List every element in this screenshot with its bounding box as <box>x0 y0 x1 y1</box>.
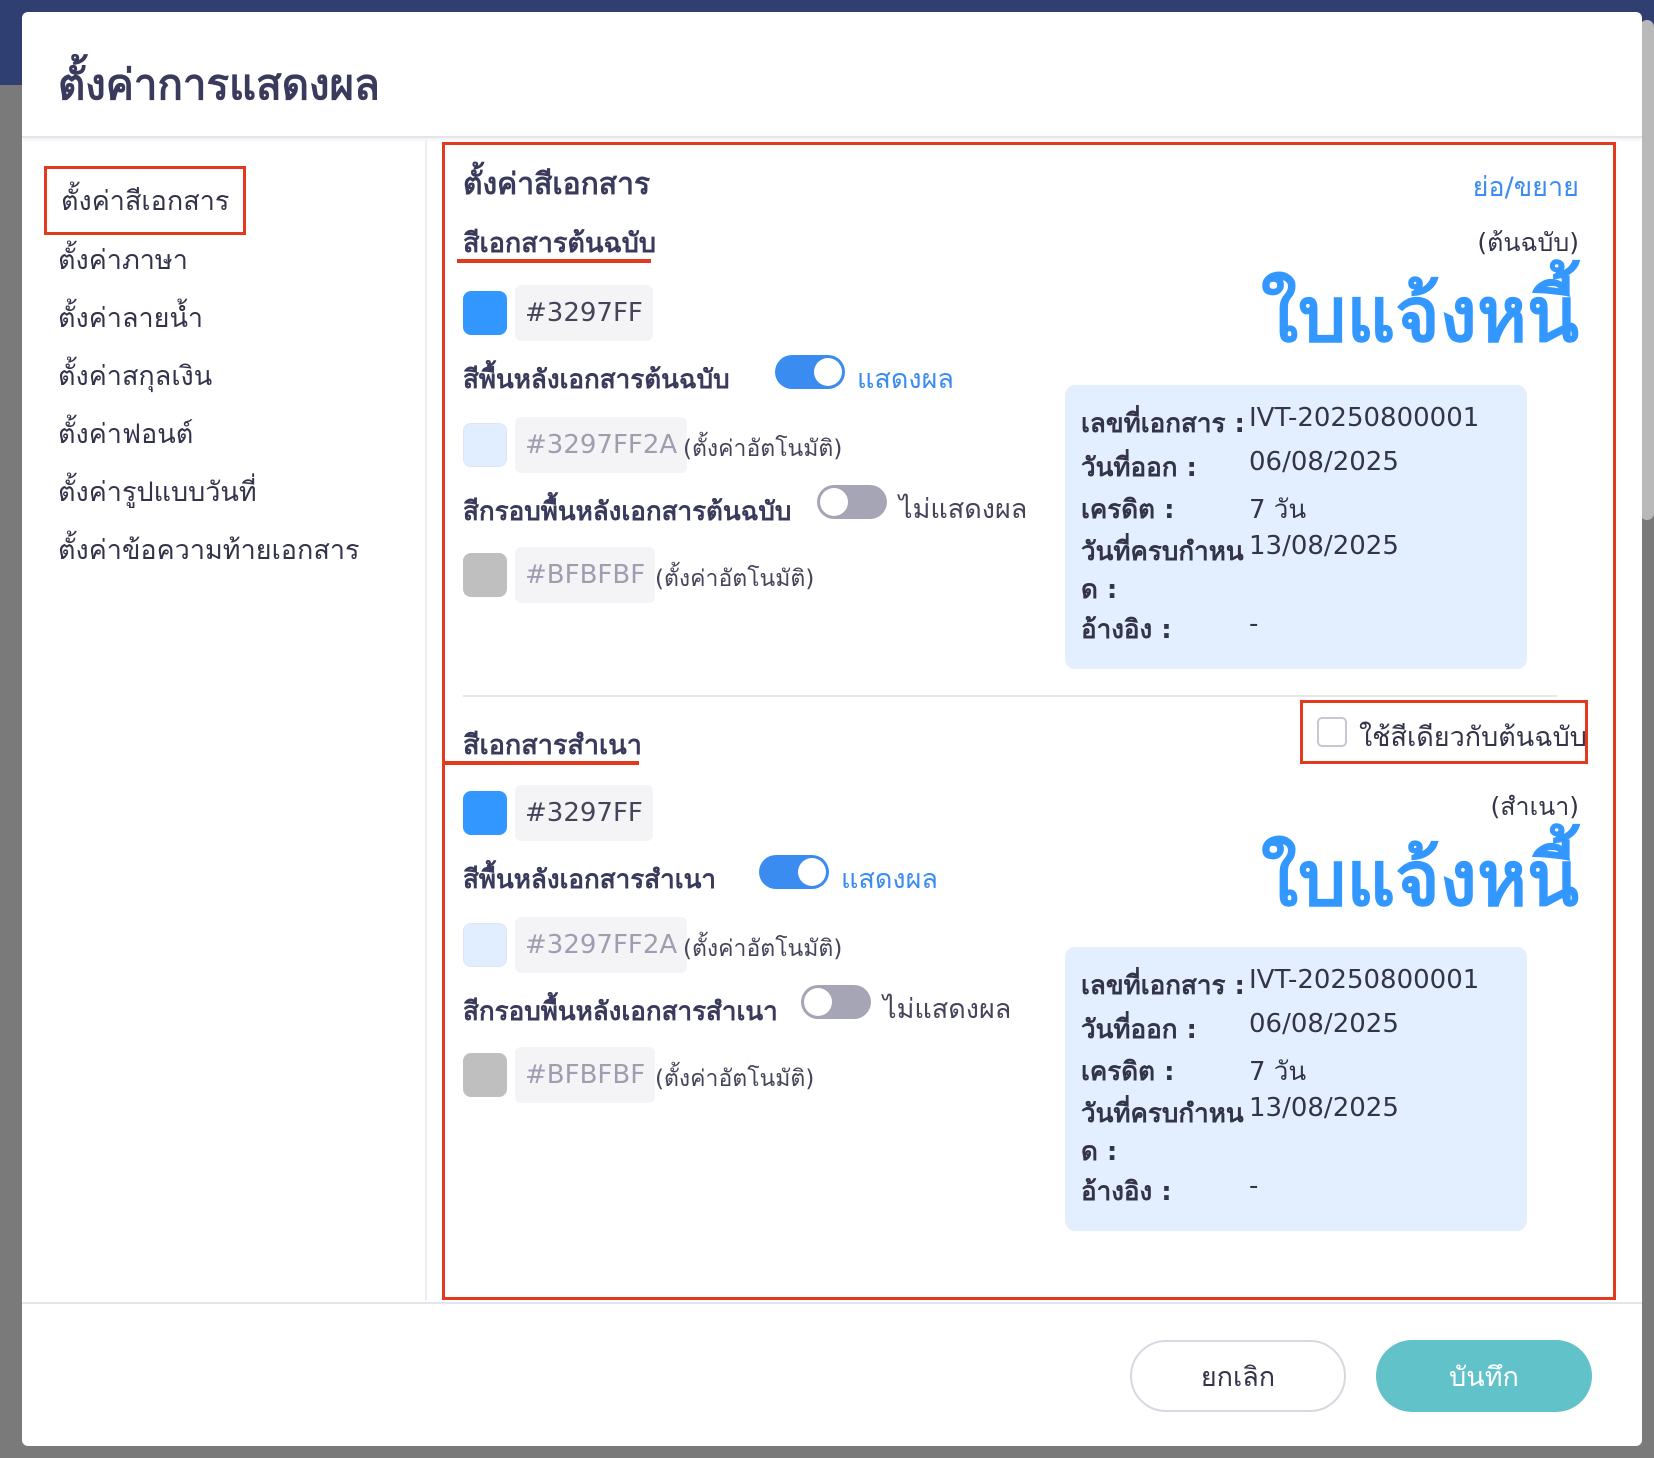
sidebar-item-font[interactable]: ตั้งค่าฟอนต์ <box>58 412 193 455</box>
info-value-reference: - <box>1249 1171 1259 1201</box>
copy-main-swatch[interactable] <box>463 791 507 835</box>
original-background-label: สีพื้นหลังเอกสารต้นฉบับ <box>463 365 730 395</box>
original-background-toggle-text: แสดงผล <box>857 364 954 395</box>
same-as-original-checkbox[interactable] <box>1317 717 1347 747</box>
info-label-reference: อ้างอิง : <box>1081 615 1172 645</box>
original-main-hex[interactable]: #3297FF <box>515 285 653 341</box>
display-settings-modal: ตั้งค่าการแสดงผล ตั้งค่าสีเอกสาร ตั้งค่า… <box>22 12 1642 1446</box>
toggle-knob <box>798 858 826 886</box>
info-value-due-date: 13/08/2025 <box>1249 531 1399 561</box>
heading-underline <box>457 259 651 263</box>
original-color-heading: สีเอกสารต้นฉบับ <box>463 228 657 259</box>
original-background-toggle[interactable] <box>775 355 845 389</box>
collapse-expand-link[interactable]: ย่อ/ขยาย <box>1473 165 1579 208</box>
info-value-doc-number: IVT-20250800001 <box>1249 965 1480 995</box>
info-value-credit: 7 วัน <box>1249 495 1307 525</box>
copy-main-hex[interactable]: #3297FF <box>515 785 653 841</box>
info-value-issue-date: 06/08/2025 <box>1249 447 1399 477</box>
heading-underline <box>445 761 639 765</box>
same-as-original-label[interactable]: ใช้สีเดียวกับต้นฉบับ <box>1359 715 1587 758</box>
info-label-credit: เครดิต : <box>1081 1057 1175 1087</box>
sidebar-item-language[interactable]: ตั้งค่าภาษา <box>58 238 188 281</box>
original-main-swatch[interactable] <box>463 291 507 335</box>
original-border-hex: #BFBFBF <box>515 547 656 603</box>
info-label-credit: เครดิต : <box>1081 495 1175 525</box>
original-background-auto-note: (ตั้งค่าอัตโนมัติ) <box>683 436 843 462</box>
settings-sidebar: ตั้งค่าสีเอกสาร ตั้งค่าภาษา ตั้งค่าลายน้… <box>22 140 427 1300</box>
original-background-swatch <box>463 423 507 467</box>
same-as-original-option[interactable]: ใช้สีเดียวกับต้นฉบับ <box>1300 700 1588 764</box>
info-label-due-date-wrap: ด : <box>1081 575 1118 605</box>
copy-border-toggle[interactable] <box>801 985 871 1019</box>
info-label-issue-date: วันที่ออก : <box>1081 1015 1197 1045</box>
copy-color-heading: สีเอกสารสำเนา <box>463 730 642 761</box>
original-border-toggle[interactable] <box>817 485 887 519</box>
original-preview-doc-title: ใบแจ้งหนี้ <box>1260 270 1579 359</box>
sidebar-item-document-footer[interactable]: ตั้งค่าข้อความท้ายเอกสาร <box>58 528 360 571</box>
cancel-button[interactable]: ยกเลิก <box>1130 1340 1346 1412</box>
copy-border-toggle-text: ไม่แสดงผล <box>883 994 1012 1025</box>
sidebar-item-watermark[interactable]: ตั้งค่าลายน้ำ <box>58 296 203 339</box>
section-divider <box>463 695 1557 697</box>
modal-title: ตั้งค่าการแสดงผล <box>58 60 380 109</box>
sidebar-item-date-format[interactable]: ตั้งค่ารูปแบบวันที่ <box>58 470 257 513</box>
original-background-hex: #3297FF2A <box>515 417 688 473</box>
copy-background-label: สีพื้นหลังเอกสารสำเนา <box>463 865 716 895</box>
save-button[interactable]: บันทึก <box>1376 1340 1592 1412</box>
copy-background-hex: #3297FF2A <box>515 917 688 973</box>
original-border-label: สีกรอบพื้นหลังเอกสารต้นฉบับ <box>463 497 792 527</box>
copy-background-toggle-text: แสดงผล <box>841 864 938 895</box>
info-label-issue-date: วันที่ออก : <box>1081 453 1197 483</box>
copy-background-swatch <box>463 923 507 967</box>
info-value-doc-number: IVT-20250800001 <box>1249 403 1480 433</box>
toggle-knob <box>804 988 832 1016</box>
sidebar-item-document-color[interactable]: ตั้งค่าสีเอกสาร <box>44 166 247 235</box>
info-label-doc-number: เลขที่เอกสาร : <box>1081 409 1245 439</box>
original-border-auto-note: (ตั้งค่าอัตโนมัติ) <box>655 566 815 592</box>
copy-background-toggle[interactable] <box>759 855 829 889</box>
original-border-swatch <box>463 553 507 597</box>
copy-preview-doc-title: ใบแจ้งหนี้ <box>1260 834 1579 923</box>
copy-preview-info-box: เลขที่เอกสาร : IVT-20250800001 วันที่ออก… <box>1065 947 1527 1231</box>
toggle-knob <box>820 488 848 516</box>
info-label-doc-number: เลขที่เอกสาร : <box>1081 971 1245 1001</box>
info-value-reference: - <box>1249 609 1259 639</box>
original-preview-info-box: เลขที่เอกสาร : IVT-20250800001 วันที่ออก… <box>1065 385 1527 669</box>
info-value-credit: 7 วัน <box>1249 1057 1307 1087</box>
toggle-knob <box>814 358 842 386</box>
info-label-reference: อ้างอิง : <box>1081 1177 1172 1207</box>
info-label-due-date: วันที่ครบกำหน <box>1081 537 1244 567</box>
backdrop-scrollbar <box>1640 20 1654 520</box>
copy-background-auto-note: (ตั้งค่าอัตโนมัติ) <box>683 936 843 962</box>
modal-header: ตั้งค่าการแสดงผล <box>22 12 1642 138</box>
info-value-due-date: 13/08/2025 <box>1249 1093 1399 1123</box>
info-label-due-date-wrap: ด : <box>1081 1137 1118 1167</box>
modal-footer: ยกเลิก บันทึก <box>22 1302 1642 1446</box>
section-title: ตั้งค่าสีเอกสาร <box>463 167 651 202</box>
copy-border-swatch <box>463 1053 507 1097</box>
sidebar-item-currency[interactable]: ตั้งค่าสกุลเงิน <box>58 354 212 397</box>
info-value-issue-date: 06/08/2025 <box>1249 1009 1399 1039</box>
copy-border-hex: #BFBFBF <box>515 1047 656 1103</box>
info-label-due-date: วันที่ครบกำหน <box>1081 1099 1244 1129</box>
copy-border-label: สีกรอบพื้นหลังเอกสารสำเนา <box>463 997 778 1027</box>
copy-border-auto-note: (ตั้งค่าอัตโนมัติ) <box>655 1066 815 1092</box>
original-border-toggle-text: ไม่แสดงผล <box>899 494 1028 525</box>
